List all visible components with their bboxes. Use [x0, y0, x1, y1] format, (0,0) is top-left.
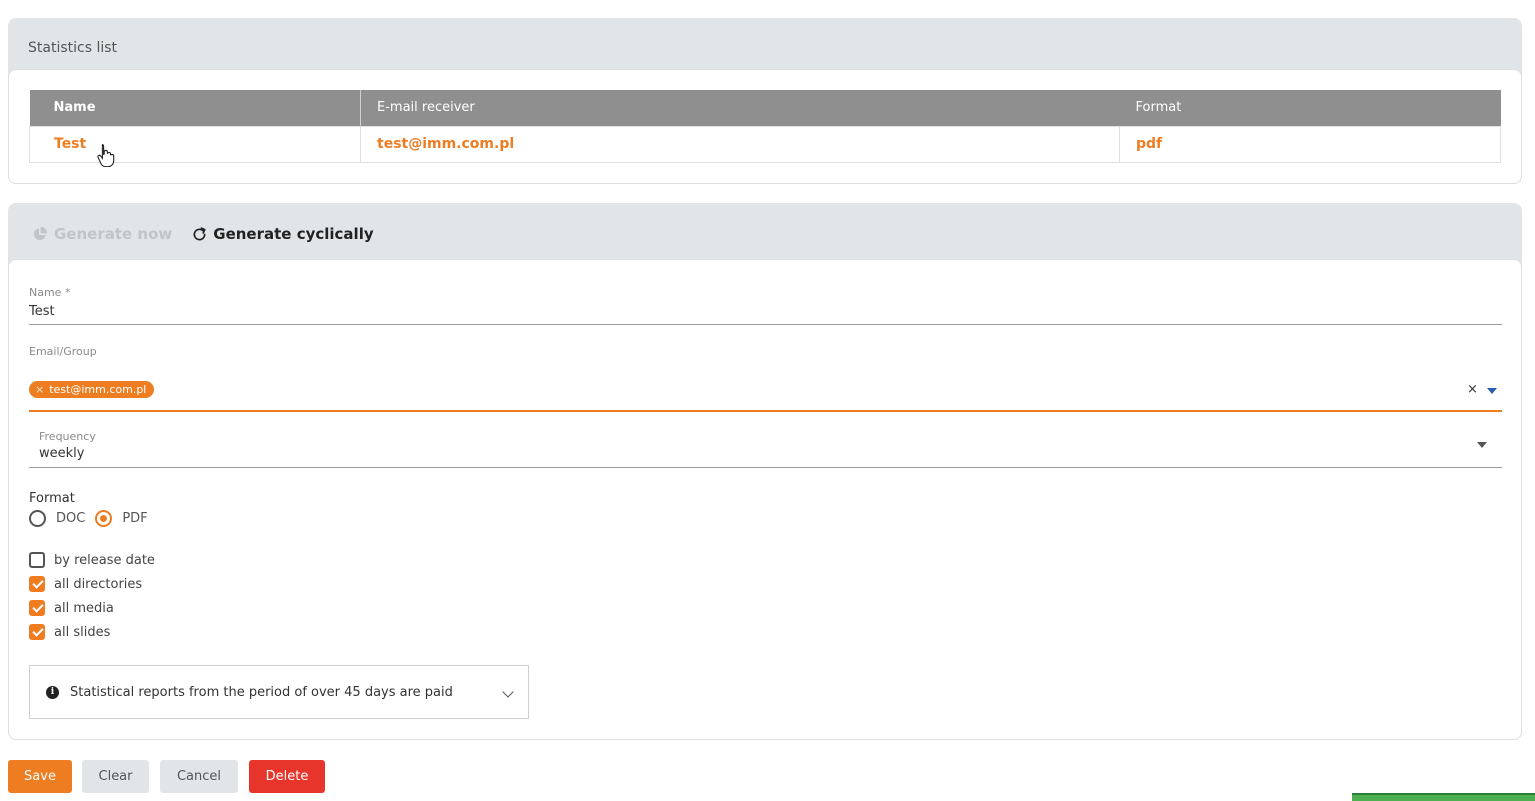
format-doc-radio[interactable] — [29, 510, 46, 527]
all-slides-checkbox-row[interactable]: all slides — [29, 624, 110, 640]
name-input-underline — [29, 324, 1502, 325]
email-chip[interactable]: × test@imm.com.pl — [29, 381, 155, 398]
column-header-email[interactable]: E-mail receiver — [360, 90, 1120, 126]
tab-generate-cyclically-label: Generate cyclically — [213, 225, 374, 243]
all-media-label[interactable]: all media — [54, 601, 114, 616]
delete-button[interactable]: Delete — [249, 760, 325, 793]
name-field-label: Name * — [29, 286, 71, 299]
row-name-cell[interactable]: Test — [29, 125, 361, 163]
by-release-date-checkbox-row[interactable]: by release date — [29, 552, 155, 568]
statistics-list-panel: Statistics list Name E-mail receiver For… — [8, 18, 1522, 184]
column-header-format[interactable]: Format — [1119, 90, 1501, 126]
paid-reports-info-text: Statistical reports from the period of o… — [70, 684, 453, 700]
by-release-date-checkbox[interactable] — [29, 552, 45, 568]
save-button[interactable]: Save — [8, 760, 72, 793]
format-pdf-label[interactable]: PDF — [122, 511, 147, 526]
column-header-name[interactable]: Name — [29, 90, 361, 126]
tab-generate-cyclically[interactable]: Generate cyclically — [192, 225, 374, 243]
pie-chart-icon — [33, 226, 48, 241]
email-select-underline — [29, 410, 1502, 412]
clear-email-icon[interactable]: × — [1467, 382, 1478, 397]
all-slides-checkbox[interactable] — [29, 624, 45, 640]
statistics-list-body: Name E-mail receiver Format Test test@im… — [8, 69, 1522, 184]
notification-toast[interactable] — [1352, 793, 1535, 801]
format-label: Format — [29, 491, 75, 506]
all-media-checkbox[interactable] — [29, 600, 45, 616]
format-radio-group: DOC PDF — [29, 510, 158, 527]
frequency-dropdown-caret-icon[interactable] — [1477, 442, 1487, 448]
format-pdf-radio[interactable] — [95, 510, 113, 527]
all-slides-label[interactable]: all slides — [54, 625, 110, 640]
generate-tabs: Generate now Generate cyclically — [32, 225, 374, 243]
row-email-cell[interactable]: test@imm.com.pl — [360, 125, 1120, 163]
table-row[interactable]: Test test@imm.com.pl pdf — [29, 125, 1501, 163]
format-doc-label[interactable]: DOC — [56, 511, 85, 526]
refresh-icon — [193, 226, 206, 240]
chip-remove-icon[interactable]: × — [35, 383, 44, 396]
chevron-down-icon[interactable] — [502, 686, 514, 698]
statistics-list-title: Statistics list — [28, 40, 118, 56]
frequency-label: Frequency — [39, 430, 96, 443]
all-directories-checkbox[interactable] — [29, 576, 45, 592]
paid-reports-info-accordion[interactable]: i Statistical reports from the period of… — [29, 665, 529, 719]
all-media-checkbox-row[interactable]: all media — [29, 600, 114, 616]
statistics-table: Name E-mail receiver Format Test test@im… — [29, 90, 1501, 163]
info-icon: i — [46, 685, 59, 699]
tab-generate-now-label: Generate now — [54, 225, 173, 243]
tab-generate-now[interactable]: Generate now — [32, 225, 172, 243]
all-directories-checkbox-row[interactable]: all directories — [29, 576, 142, 592]
table-header-row: Name E-mail receiver Format — [29, 90, 1501, 126]
by-release-date-label[interactable]: by release date — [54, 553, 155, 568]
frequency-underline — [29, 467, 1502, 468]
frequency-select[interactable]: weekly — [39, 446, 84, 461]
statistics-form-panel: Generate now Generate cyclically Name * … — [8, 203, 1522, 740]
row-format-cell[interactable]: pdf — [1119, 125, 1501, 163]
statistics-form-body: Name * Test Email/Group × test@imm.com.p… — [8, 259, 1522, 740]
cancel-button[interactable]: Cancel — [160, 760, 238, 793]
email-chip-label: test@imm.com.pl — [49, 383, 147, 396]
clear-button[interactable]: Clear — [82, 760, 149, 793]
email-group-label: Email/Group — [29, 345, 97, 358]
name-input[interactable]: Test — [29, 304, 55, 319]
hand-cursor-icon — [97, 143, 115, 167]
email-dropdown-caret-icon[interactable] — [1487, 388, 1497, 394]
all-directories-label[interactable]: all directories — [54, 577, 142, 592]
